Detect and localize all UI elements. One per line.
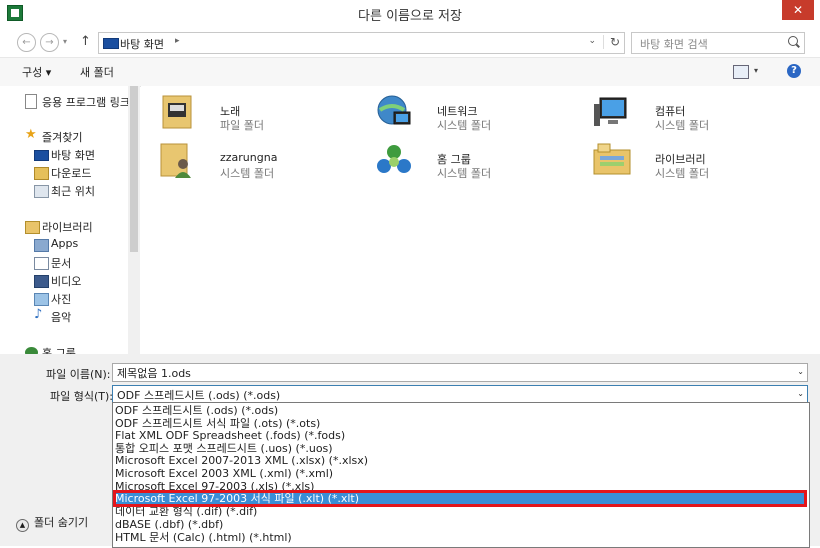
user-folder-icon bbox=[160, 143, 191, 178]
close-button[interactable]: ✕ bbox=[782, 0, 814, 20]
homegroup-icon bbox=[377, 145, 411, 173]
list-item[interactable]: zzarungna 시스템 폴더 bbox=[157, 140, 357, 184]
sidebar-item-label: 응용 프로그램 링크 bbox=[42, 96, 128, 109]
filetype-option[interactable]: Flat XML ODF Spreadsheet (.fods) (*.fods… bbox=[115, 429, 345, 442]
documents-icon bbox=[34, 257, 49, 270]
chevron-up-icon: ▲ bbox=[16, 519, 29, 532]
download-icon bbox=[34, 167, 49, 180]
item-type: 파일 폴더 bbox=[220, 119, 264, 132]
music-icon: ♪ bbox=[34, 307, 43, 322]
sidebar-item-label: 라이브러리 bbox=[42, 221, 93, 234]
search-icon[interactable] bbox=[788, 36, 798, 46]
item-type: 시스템 폴더 bbox=[655, 167, 710, 180]
computer-icon bbox=[594, 97, 627, 126]
list-item[interactable]: 컴퓨터 시스템 폴더 bbox=[592, 92, 792, 136]
library-icon bbox=[25, 221, 40, 234]
help-icon[interactable]: ? bbox=[787, 64, 801, 78]
sidebar-item-label: 홈 그룹 bbox=[42, 347, 76, 354]
highlight-annotation-box bbox=[113, 490, 807, 507]
sidebar-item-label: 비디오 bbox=[51, 275, 82, 288]
file-list: 노래 파일 폴더 네트워크 시스템 폴더 컴퓨터 시스템 폴더 zzarungn… bbox=[141, 86, 820, 354]
music-folder-icon bbox=[162, 95, 192, 129]
document-icon bbox=[25, 94, 37, 109]
item-type: 시스템 폴더 bbox=[655, 119, 710, 132]
command-bar: 구성 ▾ 새 폴더 ▾ ? bbox=[0, 57, 820, 87]
filetype-option[interactable]: Microsoft Excel 2003 XML (.xml) (*.xml) bbox=[115, 467, 333, 480]
hide-folders-button[interactable]: ▲ 폴더 숨기기 bbox=[16, 514, 88, 532]
search-placeholder: 바탕 화면 검색 bbox=[640, 38, 708, 51]
view-dropdown-icon[interactable]: ▾ bbox=[754, 66, 758, 75]
list-item[interactable]: 노래 파일 폴더 bbox=[157, 92, 357, 136]
organize-button[interactable]: 구성 ▾ bbox=[22, 64, 51, 80]
filetype-option[interactable]: HTML 문서 (Calc) (.html) (*.html) bbox=[115, 531, 292, 544]
sidebar-item-label: 문서 bbox=[51, 257, 72, 270]
homegroup-icon bbox=[25, 347, 38, 354]
breadcrumb-chevron-icon[interactable]: ▸ bbox=[175, 36, 180, 46]
sidebar-item-label: 음악 bbox=[51, 311, 72, 324]
recent-places-icon bbox=[34, 185, 49, 198]
navigation-pane: 응용 프로그램 링크 ★ 즐겨찾기 바탕 화면 다운로드 최근 위치 라이브러리… bbox=[0, 86, 128, 354]
item-name: zzarungna bbox=[220, 151, 278, 164]
pictures-icon bbox=[34, 293, 49, 306]
video-icon bbox=[34, 275, 49, 288]
scrollbar-thumb[interactable] bbox=[130, 86, 138, 252]
address-location[interactable]: 바탕 화면 bbox=[120, 36, 164, 52]
network-icon bbox=[377, 95, 411, 125]
filetype-dropdown-list: ODF 스프레드시트 (.ods) (*.ods) ODF 스프레드시트 서식 … bbox=[112, 402, 810, 548]
list-item[interactable]: 네트워크 시스템 폴더 bbox=[374, 92, 574, 136]
title-bar: 다른 이름으로 저장 ✕ bbox=[0, 0, 820, 27]
desktop-icon bbox=[103, 38, 119, 49]
chevron-down-icon[interactable]: ⌄ bbox=[797, 367, 804, 376]
address-bar[interactable]: 바탕 화면 ▸ ⌄ ↻ bbox=[98, 32, 625, 54]
filename-field[interactable]: 제목없음 1.ods ⌄ bbox=[112, 363, 808, 382]
forward-button[interactable]: → bbox=[40, 33, 59, 52]
back-button[interactable]: ← bbox=[17, 33, 36, 52]
address-row: ← → ▾ ↑ 바탕 화면 ▸ ⌄ ↻ 바탕 화면 검색 bbox=[0, 27, 820, 57]
hide-folders-label: 폴더 숨기기 bbox=[34, 516, 89, 529]
filetype-option[interactable]: dBASE (.dbf) (*.dbf) bbox=[115, 518, 223, 531]
filetype-value[interactable]: ODF 스프레드시트 (.ods) (*.ods) bbox=[117, 387, 280, 403]
window-title: 다른 이름으로 저장 bbox=[358, 9, 462, 24]
navigation-scrollbar[interactable] bbox=[128, 86, 140, 354]
item-type: 시스템 폴더 bbox=[437, 167, 492, 180]
list-item[interactable]: 홈 그룹 시스템 폴더 bbox=[374, 140, 574, 184]
filetype-label: 파일 형식(T): bbox=[50, 390, 113, 403]
star-icon: ★ bbox=[25, 127, 37, 142]
search-input[interactable]: 바탕 화면 검색 bbox=[631, 32, 805, 54]
library-icon bbox=[593, 143, 631, 175]
new-folder-button[interactable]: 새 폴더 bbox=[80, 64, 114, 80]
filename-value[interactable]: 제목없음 1.ods bbox=[117, 365, 191, 381]
list-item[interactable]: 라이브러리 시스템 폴더 bbox=[592, 140, 792, 184]
apps-icon bbox=[34, 239, 49, 252]
recent-locations-dropdown[interactable]: ▾ bbox=[63, 37, 67, 46]
item-type: 시스템 폴더 bbox=[220, 167, 275, 180]
sidebar-item-label: 다운로드 bbox=[51, 167, 92, 180]
refresh-button[interactable]: ↻ bbox=[602, 35, 620, 49]
up-button[interactable]: ↑ bbox=[80, 34, 91, 49]
view-options-icon[interactable] bbox=[733, 65, 749, 79]
sidebar-item-label: Apps bbox=[51, 237, 79, 250]
sidebar-item-label: 사진 bbox=[51, 293, 72, 306]
sidebar-item-label: 최근 위치 bbox=[51, 185, 95, 198]
item-type: 시스템 폴더 bbox=[437, 119, 492, 132]
filetype-option[interactable]: Microsoft Excel 2007-2013 XML (.xlsx) (*… bbox=[115, 454, 368, 467]
filetype-option[interactable]: ODF 스프레드시트 (.ods) (*.ods) bbox=[115, 404, 278, 417]
desktop-icon bbox=[34, 150, 49, 161]
filename-label: 파일 이름(N): bbox=[46, 368, 111, 381]
sidebar-item-label: 즐겨찾기 bbox=[42, 131, 83, 144]
chevron-down-icon[interactable]: ⌄ bbox=[797, 389, 804, 398]
address-dropdown-icon[interactable]: ⌄ bbox=[588, 36, 596, 46]
sidebar-item-label: 바탕 화면 bbox=[51, 149, 95, 162]
